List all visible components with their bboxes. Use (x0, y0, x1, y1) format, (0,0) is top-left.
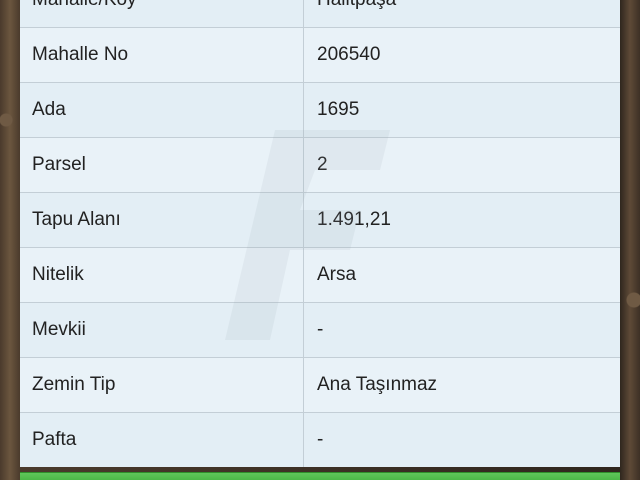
row-label: Pafta (20, 413, 304, 467)
row-value: 1.491,21 (317, 209, 391, 230)
table-row-tapu-alani: Tapu Alanı 1.491,21 (20, 193, 620, 248)
row-value: 1695 (317, 99, 360, 120)
row-label: Nitelik (20, 248, 304, 302)
table-row-mahalle-no: Mahalle No 206540 (20, 28, 620, 83)
parcel-info-table: Mahalle/Köy Halitpaşa Mahalle No 206540 … (20, 0, 620, 467)
table-row-zemin-tip: Zemin Tip Ana Taşınmaz (20, 358, 620, 413)
row-value: 2 (317, 154, 328, 175)
table-row-nitelik: Nitelik Arsa (20, 248, 620, 303)
parcel-info-screen: Mahalle/Köy Halitpaşa Mahalle No 206540 … (0, 0, 640, 480)
row-value: Ana Taşınmaz (317, 374, 438, 395)
row-label: Zemin Tip (20, 358, 304, 412)
row-value: 206540 (317, 44, 381, 65)
row-label: Tapu Alanı (20, 193, 304, 247)
bottom-action-bar[interactable] (20, 472, 620, 480)
row-value: - (317, 319, 324, 340)
table-row-parsel: Parsel 2 (20, 138, 620, 193)
row-label: Parsel (20, 138, 304, 192)
table-row-pafta: Pafta - (20, 413, 620, 467)
row-label: Mahalle/Köy (20, 0, 304, 27)
row-value: - (317, 429, 324, 450)
row-label: Mahalle No (20, 28, 304, 82)
table-row-ada: Ada 1695 (20, 83, 620, 138)
table-row-mevkii: Mevkii - (20, 303, 620, 358)
row-label: Mevkii (20, 303, 304, 357)
row-value: Halitpaşa (304, 0, 620, 27)
row-label: Ada (20, 83, 304, 137)
row-value: Arsa (317, 264, 357, 285)
table-row-mahalle-koy: Mahalle/Köy Halitpaşa (20, 0, 620, 28)
